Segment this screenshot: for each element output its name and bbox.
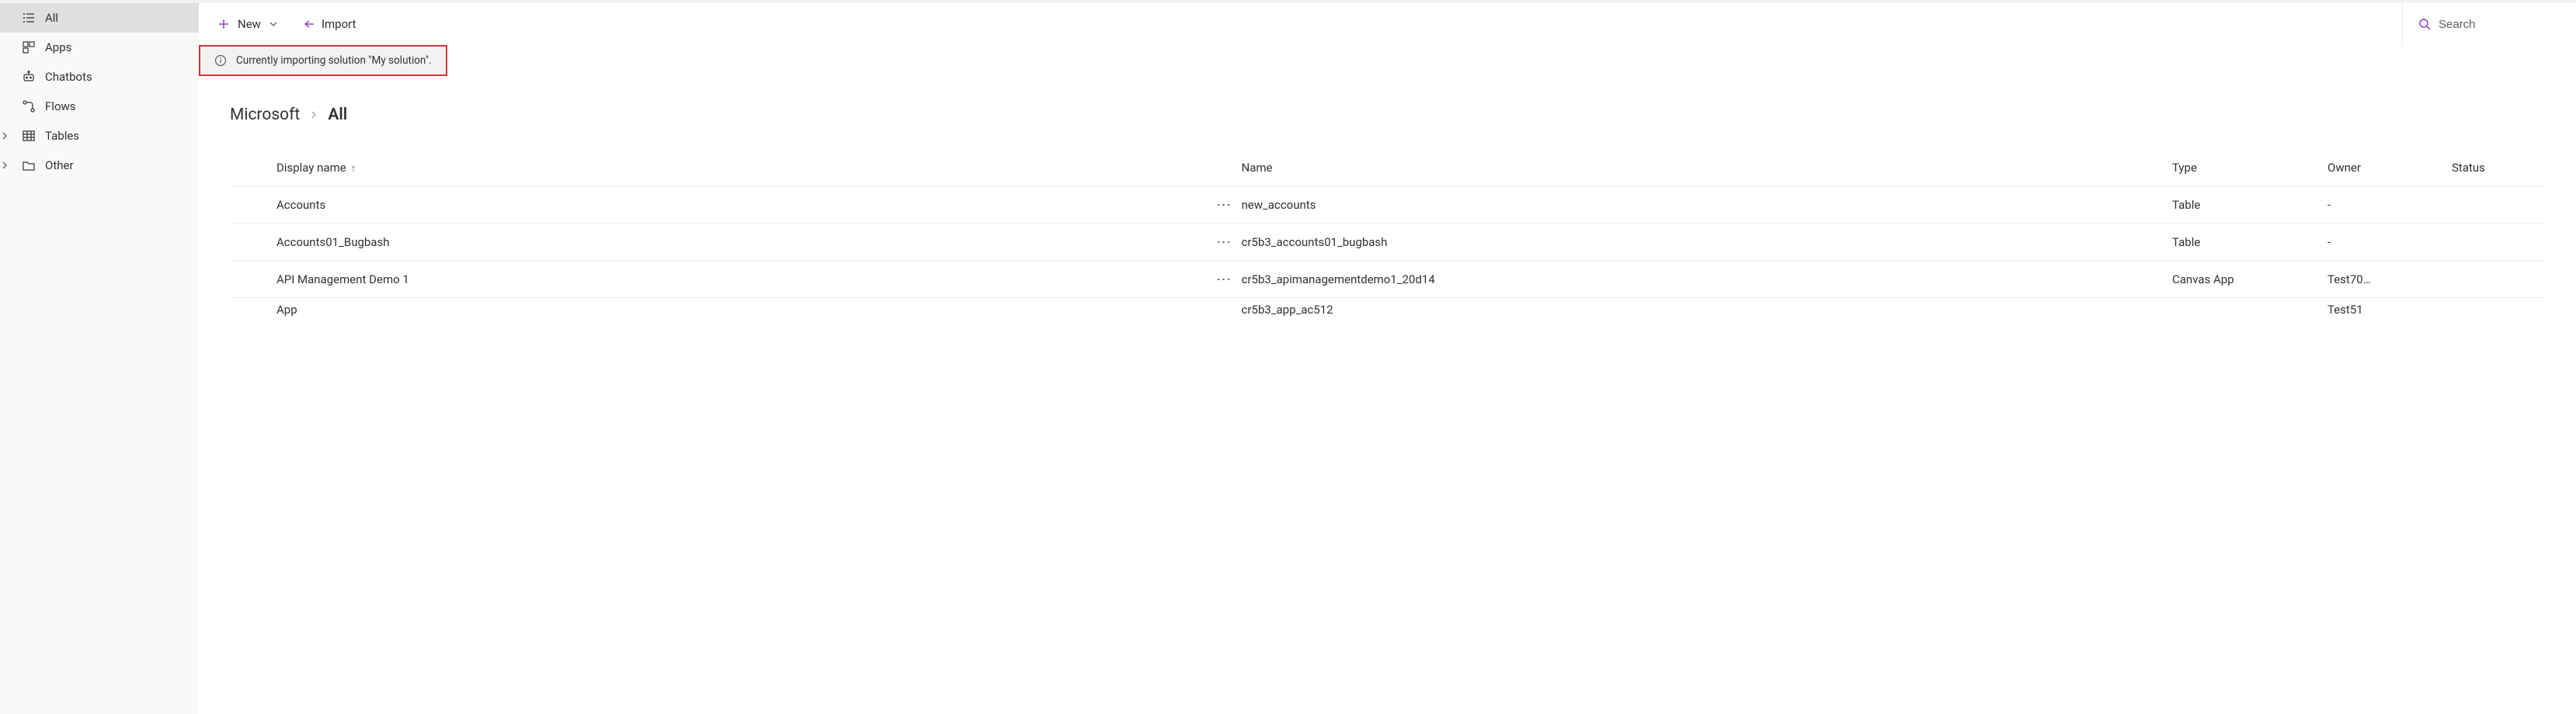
cell-owner: Test51 <box>2327 303 2452 317</box>
cell-displayname: App <box>276 303 1208 317</box>
notification-text: Currently importing solution "My solutio… <box>236 54 432 67</box>
folder-icon <box>22 158 36 172</box>
cell-type: Table <box>2172 198 2327 212</box>
plus-icon <box>217 18 230 30</box>
apps-icon <box>22 40 36 54</box>
cell-owner: Test70… <box>2327 272 2452 286</box>
sidebar-item-chatbots[interactable]: Chatbots <box>0 62 199 92</box>
column-header-name[interactable]: Name <box>1242 161 2173 175</box>
chatbot-icon <box>22 70 36 84</box>
column-header-type[interactable]: Type <box>2172 161 2327 175</box>
new-button[interactable]: New <box>217 17 278 31</box>
sidebar-item-label: Flows <box>45 99 76 113</box>
row-more-button[interactable]: ··· <box>1208 235 1242 249</box>
table-row[interactable]: Accounts ··· new_accounts Table - <box>230 186 2545 224</box>
import-notification: Currently importing solution "My solutio… <box>199 45 447 76</box>
row-more-button[interactable]: ··· <box>1208 272 1242 286</box>
tables-icon <box>22 129 36 143</box>
command-bar: New Import <box>199 3 2576 45</box>
sidebar: All Apps <box>0 3 199 714</box>
content-area: Microsoft All Display name↑ Name Type Ow… <box>199 76 2576 714</box>
search-input[interactable] <box>2439 18 2547 31</box>
row-more-button[interactable]: ··· <box>1208 198 1242 212</box>
chevron-right-icon[interactable] <box>0 132 12 140</box>
sidebar-item-label: Tables <box>45 129 79 143</box>
cell-displayname: Accounts01_Bugbash <box>276 235 1208 249</box>
new-button-label: New <box>238 17 261 31</box>
sidebar-item-flows[interactable]: Flows <box>0 92 199 121</box>
search-box[interactable] <box>2402 3 2557 45</box>
cell-name: new_accounts <box>1242 198 2173 212</box>
breadcrumb-root[interactable]: Microsoft <box>230 106 300 124</box>
cell-owner: - <box>2327 235 2452 249</box>
breadcrumb: Microsoft All <box>230 106 2545 124</box>
solution-table: Display name↑ Name Type Owner Status Acc… <box>230 149 2545 317</box>
main-area: New Import <box>199 3 2576 714</box>
chevron-down-icon <box>269 19 278 29</box>
column-header-displayname[interactable]: Display name↑ <box>276 161 1208 175</box>
sort-asc-icon: ↑ <box>351 163 356 175</box>
table-row[interactable]: Accounts01_Bugbash ··· cr5b3_accounts01_… <box>230 224 2545 261</box>
column-header-status[interactable]: Status <box>2452 161 2545 175</box>
table-row[interactable]: App cr5b3_app_ac512 Test51 <box>230 298 2545 317</box>
sidebar-item-label: Chatbots <box>45 70 92 84</box>
cell-displayname: Accounts <box>276 198 1208 212</box>
sidebar-item-other[interactable]: Other <box>0 151 199 180</box>
sidebar-item-label: Apps <box>45 40 71 54</box>
chevron-right-icon[interactable] <box>0 161 12 169</box>
sidebar-item-tables[interactable]: Tables <box>0 121 199 151</box>
search-icon <box>2418 18 2431 30</box>
cell-name: cr5b3_app_ac512 <box>1242 303 2173 317</box>
import-button[interactable]: Import <box>300 17 356 31</box>
import-icon <box>300 18 314 30</box>
cell-name: cr5b3_accounts01_bugbash <box>1242 235 2173 249</box>
sidebar-item-label: All <box>45 11 58 25</box>
cell-type: Canvas App <box>2172 272 2327 286</box>
cell-owner: - <box>2327 198 2452 212</box>
flows-icon <box>22 99 36 113</box>
table-header-row: Display name↑ Name Type Owner Status <box>230 149 2545 186</box>
breadcrumb-current: All <box>328 106 347 124</box>
sidebar-item-apps[interactable]: Apps <box>0 33 199 62</box>
column-header-owner[interactable]: Owner <box>2327 161 2452 175</box>
chevron-right-icon <box>309 106 318 124</box>
cell-name: cr5b3_apimanagementdemo1_20d14 <box>1242 272 2173 286</box>
import-button-label: Import <box>322 17 356 31</box>
sidebar-item-label: Other <box>45 158 74 172</box>
cell-type: Table <box>2172 235 2327 249</box>
list-icon <box>22 11 36 25</box>
table-row[interactable]: API Management Demo 1 ··· cr5b3_apimanag… <box>230 261 2545 298</box>
info-icon <box>214 54 227 67</box>
sidebar-item-all[interactable]: All <box>0 3 199 33</box>
cell-displayname: API Management Demo 1 <box>276 272 1208 286</box>
